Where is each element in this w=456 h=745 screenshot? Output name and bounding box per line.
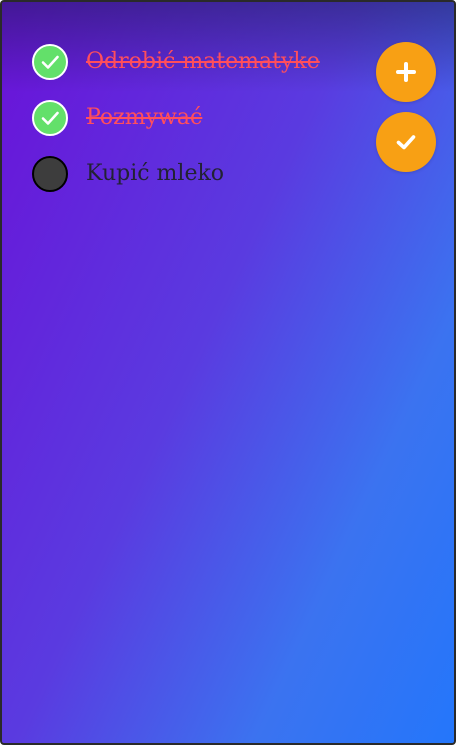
todo-item: Kupić mleko	[32, 154, 320, 194]
complete-all-button[interactable]	[376, 112, 436, 172]
todo-item: Odrobić matematyke	[32, 42, 320, 82]
plus-icon	[396, 62, 416, 82]
check-icon	[396, 135, 416, 150]
todo-item: Pozmywać	[32, 98, 320, 138]
todo-text: Pozmywać	[86, 105, 203, 130]
todo-text: Kupić mleko	[86, 161, 225, 186]
app-screen: Odrobić matematyke Pozmywać Kupić mleko	[0, 0, 456, 745]
checkmark-icon	[41, 55, 59, 69]
checkmark-icon	[41, 111, 59, 125]
todo-toggle-checked[interactable]	[32, 44, 68, 80]
add-todo-button[interactable]	[376, 42, 436, 102]
todo-list: Odrobić matematyke Pozmywać Kupić mleko	[32, 42, 320, 210]
todo-text: Odrobić matematyke	[86, 49, 320, 74]
todo-toggle-unchecked[interactable]	[32, 156, 68, 192]
todo-toggle-checked[interactable]	[32, 100, 68, 136]
